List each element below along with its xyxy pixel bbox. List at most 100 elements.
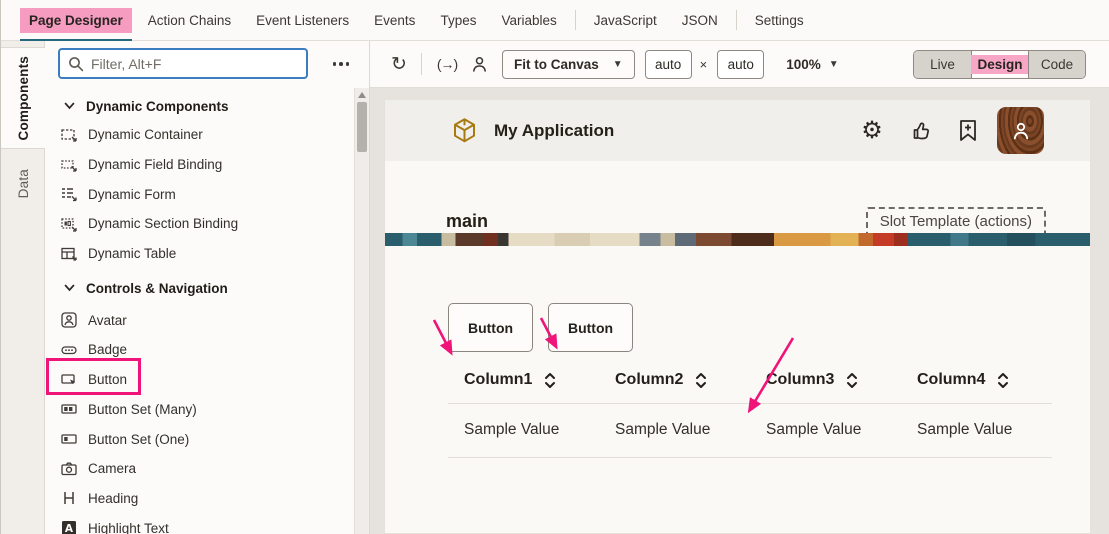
dynamic-form-icon xyxy=(60,185,78,203)
slot-template-placeholder[interactable]: Slot Template (actions) xyxy=(866,207,1046,236)
button-component-icon xyxy=(60,371,78,389)
table-cell: Sample Value xyxy=(599,403,750,457)
scrollbar-up-arrow[interactable] xyxy=(358,92,366,98)
palette-item-label: Highlight Text xyxy=(88,521,169,534)
bookmark-plus-icon[interactable] xyxy=(953,116,983,146)
mode-design-label: Design xyxy=(971,55,1030,74)
heading-component-icon xyxy=(60,489,78,507)
palette-item-label: Dynamic Container xyxy=(88,127,203,142)
tab-types[interactable]: Types xyxy=(431,8,485,33)
filter-input[interactable] xyxy=(91,56,298,72)
sort-icon[interactable] xyxy=(846,372,858,389)
section-controls-navigation[interactable]: Controls & Navigation xyxy=(45,274,353,302)
decorative-banner xyxy=(385,233,1091,246)
page-tabs-bar: Page Designer Action Chains Event Listen… xyxy=(1,0,1109,41)
section-title: Dynamic Components xyxy=(86,99,229,114)
tab-events[interactable]: Events xyxy=(365,8,424,33)
app-logo-icon xyxy=(451,117,478,144)
user-view-icon[interactable] xyxy=(466,51,492,77)
components-palette: Dynamic Components Dynamic Container Dyn… xyxy=(45,41,370,534)
mode-live-button[interactable]: Live xyxy=(914,51,971,78)
fit-to-canvas-select[interactable]: Fit to Canvas ▼ xyxy=(502,50,635,79)
mode-switcher: Live Design Code xyxy=(913,50,1086,79)
palette-item-heading[interactable]: Heading xyxy=(45,484,353,514)
table-cell: Sample Value xyxy=(448,403,599,457)
fit-to-canvas-label: Fit to Canvas xyxy=(514,57,599,72)
dropdown-caret-icon: ▼ xyxy=(829,59,839,70)
user-avatar[interactable] xyxy=(997,107,1044,154)
button-set-one-icon xyxy=(60,430,78,448)
person-icon xyxy=(1010,120,1032,142)
left-tab-strip: Components Data xyxy=(1,41,45,534)
tab-variables[interactable]: Variables xyxy=(492,8,565,33)
canvas-button-2[interactable]: Button xyxy=(548,303,633,352)
canvas-button-1[interactable]: Button xyxy=(448,303,533,352)
side-tab-data[interactable]: Data xyxy=(1,153,46,215)
section-dynamic-components[interactable]: Dynamic Components xyxy=(45,92,353,120)
search-icon xyxy=(68,56,84,72)
palette-item-camera[interactable]: Camera xyxy=(45,454,353,484)
scrollbar-thumb[interactable] xyxy=(357,102,367,152)
app-title: My Application xyxy=(494,121,614,141)
palette-item-label: Dynamic Field Binding xyxy=(88,157,222,172)
column-header-3[interactable]: Column3 xyxy=(750,358,901,403)
palette-item-dynamic-section-binding[interactable]: Dynamic Section Binding xyxy=(45,209,353,239)
side-tab-components[interactable]: Components xyxy=(1,47,46,149)
tab-divider xyxy=(575,10,576,30)
canvas-gutter: My Application ⚙ xyxy=(370,88,1109,534)
sort-icon[interactable] xyxy=(544,372,556,389)
mode-code-button[interactable]: Code xyxy=(1028,51,1085,78)
app-header-actions: ⚙ xyxy=(857,107,1044,154)
thumbs-up-icon[interactable] xyxy=(907,116,937,146)
palette-item-label: Button Set (Many) xyxy=(88,402,197,417)
svg-text:A: A xyxy=(65,523,74,534)
tab-settings[interactable]: Settings xyxy=(746,8,813,33)
column-header-1[interactable]: Column1 xyxy=(448,358,599,403)
overflow-menu-icon[interactable] xyxy=(324,52,358,76)
zoom-select[interactable]: 100% ▼ xyxy=(786,57,838,72)
palette-item-button-set-many[interactable]: Button Set (Many) xyxy=(45,395,353,425)
palette-item-dynamic-field-binding[interactable]: Dynamic Field Binding xyxy=(45,150,353,180)
palette-item-avatar[interactable]: Avatar xyxy=(45,305,353,335)
palette-item-highlight-text[interactable]: A Highlight Text xyxy=(45,513,353,534)
palette-item-badge[interactable]: Badge xyxy=(45,335,353,365)
palette-item-dynamic-form[interactable]: Dynamic Form xyxy=(45,179,353,209)
table-cell: Sample Value xyxy=(750,403,901,457)
table-row[interactable]: Sample Value Sample Value Sample Value S… xyxy=(448,403,1052,457)
tab-javascript[interactable]: JavaScript xyxy=(585,8,666,33)
camera-component-icon xyxy=(60,460,78,478)
side-tab-data-label: Data xyxy=(16,169,31,198)
palette-item-dynamic-container[interactable]: Dynamic Container xyxy=(45,120,353,150)
palette-item-button[interactable]: Button xyxy=(45,365,353,395)
palette-item-dynamic-table[interactable]: Dynamic Table xyxy=(45,239,353,269)
filter-field[interactable] xyxy=(58,48,308,79)
tab-page-designer[interactable]: Page Designer xyxy=(20,8,132,33)
live-range-icon[interactable]: (→) xyxy=(434,51,460,77)
tab-event-listeners[interactable]: Event Listeners xyxy=(247,8,358,33)
canvas-toolbar: ↻ (→) Fit to Canvas ▼ × 100% ▼ Live Desi… xyxy=(370,41,1109,88)
refresh-icon[interactable]: ↻ xyxy=(386,51,412,77)
mode-design-button[interactable]: Design xyxy=(971,51,1028,78)
sort-icon[interactable] xyxy=(997,372,1009,389)
palette-item-label: Button xyxy=(88,372,127,387)
sort-icon[interactable] xyxy=(695,372,707,389)
canvas-width-input[interactable] xyxy=(645,50,692,79)
section-title: Controls & Navigation xyxy=(86,281,228,296)
toolbar-divider xyxy=(421,53,422,75)
page-head-row: main Slot Template (actions) xyxy=(385,161,1090,236)
tab-json[interactable]: JSON xyxy=(673,8,727,33)
design-canvas[interactable]: My Application ⚙ xyxy=(384,99,1091,534)
visual-builder-window: Page Designer Action Chains Event Listen… xyxy=(0,0,1109,534)
column-header-2[interactable]: Column2 xyxy=(599,358,750,403)
tab-action-chains[interactable]: Action Chains xyxy=(139,8,240,33)
palette-item-label: Camera xyxy=(88,461,136,476)
table-cell: Sample Value xyxy=(901,403,1052,457)
page-title: main xyxy=(446,211,488,232)
gear-icon[interactable]: ⚙ xyxy=(857,116,887,146)
palette-scrollbar[interactable] xyxy=(354,88,369,534)
canvas-height-input[interactable] xyxy=(717,50,764,79)
app-header: My Application ⚙ xyxy=(385,100,1090,161)
column-header-4[interactable]: Column4 xyxy=(901,358,1052,403)
palette-item-button-set-one[interactable]: Button Set (One) xyxy=(45,424,353,454)
dynamic-section-binding-icon xyxy=(60,215,78,233)
